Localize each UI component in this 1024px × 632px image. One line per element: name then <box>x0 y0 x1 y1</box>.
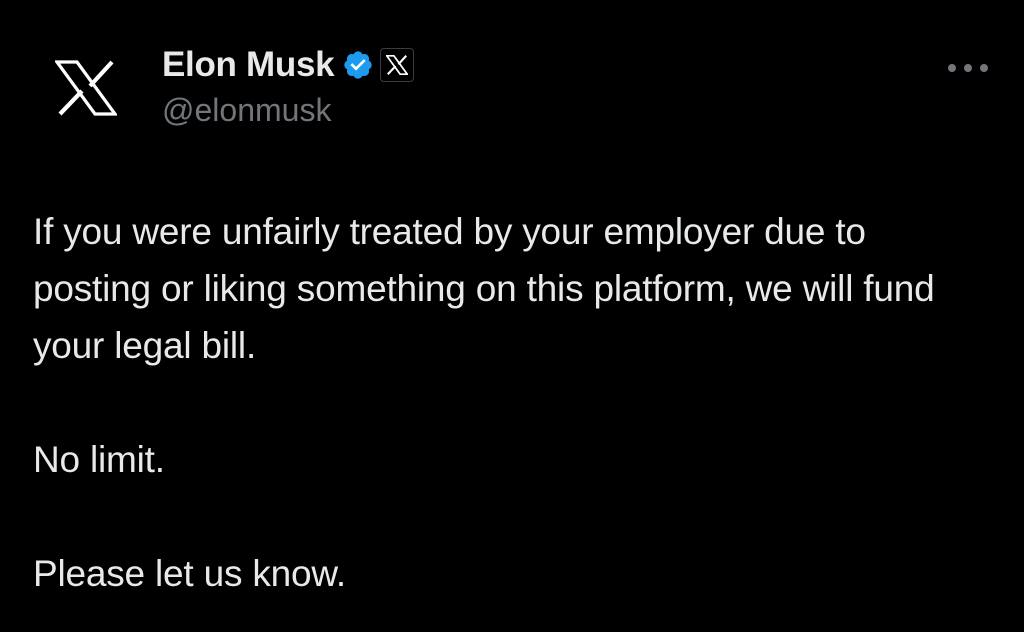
tweet-card: Elon Musk @elonmusk If you were unfairly… <box>0 0 1024 632</box>
tweet-paragraph: If you were unfairly treated by your emp… <box>33 211 935 366</box>
display-name[interactable]: Elon Musk <box>162 45 335 85</box>
x-logo-icon <box>55 60 117 116</box>
name-row: Elon Musk <box>162 40 415 90</box>
tweet-text: If you were unfairly treated by your emp… <box>33 203 993 602</box>
more-dot <box>948 64 956 72</box>
x-affiliate-badge-icon[interactable] <box>380 48 415 82</box>
verified-badge-icon[interactable] <box>342 49 374 81</box>
more-dot <box>980 64 988 72</box>
avatar[interactable] <box>42 44 130 132</box>
more-options-icon[interactable] <box>948 56 988 80</box>
user-handle[interactable]: @elonmusk <box>162 90 414 130</box>
tweet-paragraph: No limit. <box>33 439 165 480</box>
tweet-header: Elon Musk @elonmusk <box>162 40 415 130</box>
tweet-paragraph: Please let us know. <box>33 553 346 594</box>
more-dot <box>964 64 972 72</box>
